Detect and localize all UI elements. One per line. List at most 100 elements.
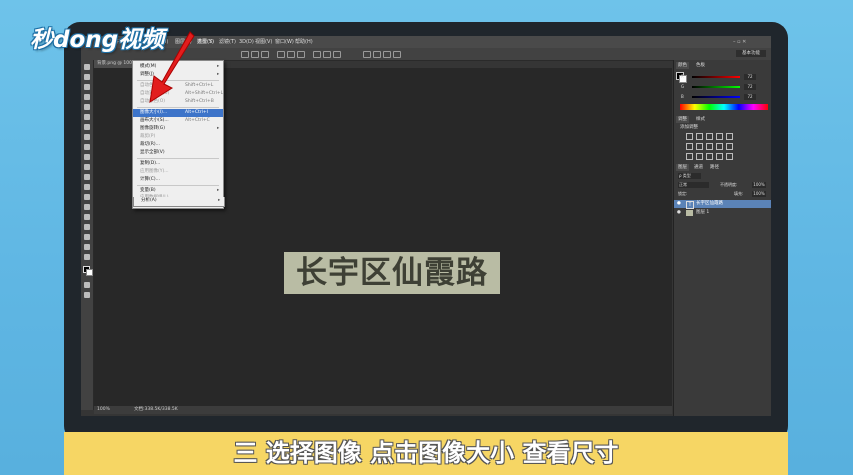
threshold-icon[interactable] <box>706 153 713 160</box>
menu-canvas-size[interactable]: 画布大小(S)... Alt+Ctrl+C <box>133 117 223 125</box>
slider-r[interactable]: R 72 <box>681 74 756 80</box>
layer-row-text[interactable]: ● T 长宇区仙霞路 <box>674 200 771 209</box>
align-bottom-icon[interactable] <box>261 51 269 58</box>
channel-mixer-icon[interactable] <box>726 143 733 150</box>
color-spectrum[interactable] <box>680 104 768 110</box>
shape-tool-icon[interactable] <box>84 234 90 240</box>
slider-b[interactable]: B 72 <box>681 94 756 100</box>
menu-filter[interactable]: 滤镜(T) <box>219 38 236 46</box>
quick-select-tool-icon[interactable] <box>84 94 90 100</box>
opacity-input[interactable]: 100% <box>752 182 766 188</box>
menu-view[interactable]: 视图(V) <box>255 38 272 46</box>
stamp-tool-icon[interactable] <box>84 144 90 150</box>
lasso-tool-icon[interactable] <box>84 84 90 90</box>
workspace-switcher[interactable]: 基本功能 <box>736 50 766 57</box>
menu-calculations[interactable]: 计算(C)... <box>133 176 223 184</box>
type-tool-icon[interactable] <box>84 214 90 220</box>
watermark-logo: 秒dong视频 <box>30 27 165 53</box>
menu-duplicate[interactable]: 复制(D)... <box>133 160 223 168</box>
menu-apply-image[interactable]: 应用图像(Y)... <box>133 168 223 176</box>
vibrance-icon[interactable] <box>726 133 733 140</box>
text-layer-icon: T <box>686 201 694 209</box>
3d-roll-icon[interactable] <box>383 51 391 58</box>
value-r[interactable]: 72 <box>744 74 756 80</box>
eye-icon[interactable]: ● <box>677 209 681 217</box>
selective-color-icon[interactable] <box>726 153 733 160</box>
align-right-icon[interactable] <box>297 51 305 58</box>
dodge-tool-icon[interactable] <box>84 194 90 200</box>
document-image[interactable]: 长宇区仙霞路 <box>284 252 500 294</box>
gradient-map-icon[interactable] <box>716 153 723 160</box>
screen-mode-icon[interactable] <box>84 292 90 298</box>
photo-filter-icon[interactable] <box>716 143 723 150</box>
layer-row-image[interactable]: ● 图层 1 <box>674 209 771 217</box>
zoom-tool-icon[interactable] <box>84 254 90 260</box>
menu-help[interactable]: 帮助(H) <box>295 38 313 46</box>
layer-name: 长宇区仙霞路 <box>696 201 723 206</box>
align-middle-icon[interactable] <box>251 51 259 58</box>
blend-mode-select[interactable]: 正常 <box>678 182 709 188</box>
eye-icon[interactable]: ● <box>677 200 681 208</box>
layer-name: 图层 1 <box>696 210 710 215</box>
gradient-tool-icon[interactable] <box>84 174 90 180</box>
tab-adjustments[interactable]: 调整 <box>676 116 689 123</box>
curves-icon[interactable] <box>706 133 713 140</box>
tab-color[interactable]: 颜色 <box>676 62 689 69</box>
brush-tool-icon[interactable] <box>84 134 90 140</box>
tab-layers[interactable]: 图层 <box>676 164 689 171</box>
opacity-label: 不透明度: <box>720 182 738 187</box>
invert-icon[interactable] <box>686 153 693 160</box>
blur-tool-icon[interactable] <box>84 184 90 190</box>
marquee-tool-icon[interactable] <box>84 74 90 80</box>
value-g[interactable]: 72 <box>744 84 756 90</box>
tab-paths[interactable]: 路径 <box>708 164 721 171</box>
pen-tool-icon[interactable] <box>84 204 90 210</box>
align-left-icon[interactable] <box>277 51 285 58</box>
brightness-icon[interactable] <box>686 133 693 140</box>
distribute-middle-icon[interactable] <box>323 51 331 58</box>
distribute-top-icon[interactable] <box>313 51 321 58</box>
distribute-bottom-icon[interactable] <box>333 51 341 58</box>
3d-mode-icon[interactable] <box>363 51 371 58</box>
exposure-icon[interactable] <box>716 133 723 140</box>
eraser-tool-icon[interactable] <box>84 164 90 170</box>
healing-tool-icon[interactable] <box>84 124 90 130</box>
fill-input[interactable]: 100% <box>752 191 766 197</box>
menu-trim[interactable]: 裁切(R)... <box>133 141 223 149</box>
window-controls[interactable]: – ▫ ✕ <box>733 38 746 46</box>
menu-window[interactable]: 窗口(W) <box>275 38 294 46</box>
menu-3d[interactable]: 3D(D) <box>239 38 254 46</box>
3d-rotate-icon[interactable] <box>373 51 381 58</box>
tab-swatches[interactable]: 色板 <box>694 62 707 69</box>
tab-styles[interactable]: 样式 <box>694 116 707 123</box>
eyedropper-tool-icon[interactable] <box>84 114 90 120</box>
layer-filter-select[interactable]: ρ 类型 <box>678 173 701 179</box>
posterize-icon[interactable] <box>696 153 703 160</box>
hand-tool-icon[interactable] <box>84 244 90 250</box>
black-white-icon[interactable] <box>706 143 713 150</box>
menu-image-size[interactable]: 图像大小(I)... Alt+Ctrl+I <box>133 109 223 117</box>
3d-pan-icon[interactable] <box>393 51 401 58</box>
zoom-level[interactable]: 100% <box>97 406 110 414</box>
color-balance-icon[interactable] <box>696 143 703 150</box>
align-center-icon[interactable] <box>287 51 295 58</box>
history-brush-tool-icon[interactable] <box>84 154 90 160</box>
path-select-tool-icon[interactable] <box>84 224 90 230</box>
menu-analysis-row[interactable]: 分析(A) ▸ <box>133 197 225 207</box>
hue-saturation-icon[interactable] <box>686 143 693 150</box>
move-tool-icon[interactable] <box>84 64 90 70</box>
status-bar: 100% 文档:338.5K/338.5K <box>94 406 672 414</box>
menu-reveal-all[interactable]: 显示全部(V) <box>133 149 223 157</box>
menu-image-rotation[interactable]: 图像旋转(G) ▸ <box>133 125 223 133</box>
subtitle-bar: 三 选择图像 点击图像大小 查看尺寸 <box>64 432 788 475</box>
levels-icon[interactable] <box>696 133 703 140</box>
value-b[interactable]: 72 <box>744 94 756 100</box>
tab-channels[interactable]: 通道 <box>692 164 705 171</box>
slider-g[interactable]: G 72 <box>681 84 756 90</box>
align-top-icon[interactable] <box>241 51 249 58</box>
crop-tool-icon[interactable] <box>84 104 90 110</box>
quick-mask-icon[interactable] <box>84 282 90 288</box>
document-info: 文档:338.5K/338.5K <box>134 407 178 412</box>
background-color-swatch[interactable] <box>86 269 93 276</box>
menu-crop[interactable]: 裁剪(P) <box>133 133 223 141</box>
